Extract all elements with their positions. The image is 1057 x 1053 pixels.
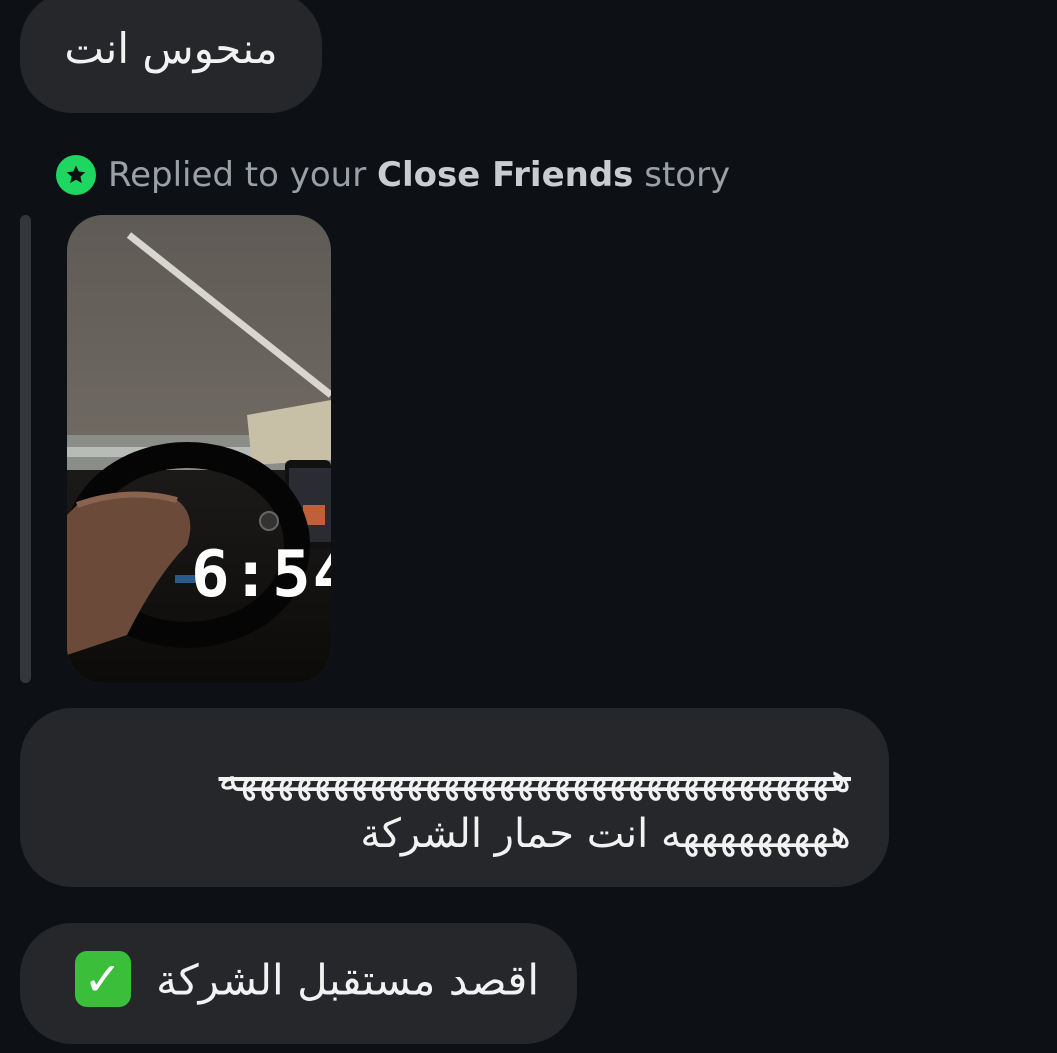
received-message-bubble[interactable]: اقصد مستقبل الشركة ✓ [20,923,577,1044]
message-text: اقصد مستقبل الشركة [156,955,539,1005]
message-text: منحوس انت [64,24,278,73]
reply-suffix-text: story [644,155,731,195]
message-text-line-2: هههههههههه انت حمار الشركة [56,806,851,862]
chat-thread: منحوس انت Replied to your Close Friends … [0,0,1057,1053]
story-reply-header: Replied to your Close Friends story [56,154,730,196]
close-friends-star-icon [56,155,96,195]
message-text-line-1: هههههههههههههههههههههههههههههههههه [218,755,851,801]
story-thumbnail[interactable]: 6:54PM [67,215,331,683]
reply-quote-bar [20,215,31,683]
reply-prefix-text: Replied to your [108,155,367,195]
time-digits: 6:54 [191,538,331,612]
story-time-overlay: 6:54PM [191,540,331,627]
white-check-mark-icon: ✓ [74,951,131,1007]
message-text-line-2-content: هههههههههه انت حمار الشركة [360,811,851,857]
received-message-bubble[interactable]: هههههههههههههههههههههههههههههههههه ههههه… [20,708,889,887]
close-friends-label: Close Friends [377,155,634,195]
received-message-bubble[interactable]: منحوس انت [20,0,322,113]
